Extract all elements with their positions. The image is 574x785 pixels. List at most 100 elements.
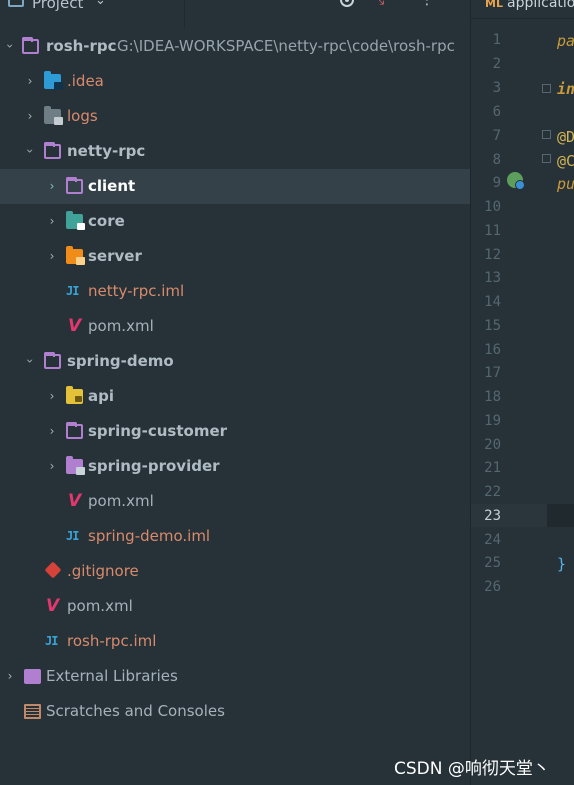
iml-file-icon: JI	[66, 284, 79, 298]
line-number: 14	[484, 294, 501, 310]
expand-arrow-icon[interactable]: ›	[46, 388, 58, 404]
line-number: 3	[492, 80, 501, 96]
server-folder-icon	[66, 246, 85, 265]
editor-tab-bar: ML applicatio	[471, 0, 574, 19]
tree-item-label: pom.xml	[67, 597, 133, 615]
expand-arrow-icon[interactable]: ›	[46, 423, 58, 439]
code-line: pu	[557, 175, 574, 193]
module-folder-icon	[66, 422, 83, 439]
more-options-icon[interactable]: ⋮	[420, 0, 434, 8]
scratches-icon	[24, 704, 41, 719]
line-number: 9	[492, 175, 501, 191]
tree-item-pom[interactable]: V pom.xml	[0, 589, 470, 624]
tree-item-label: pom.xml	[88, 492, 154, 510]
tree-item-server[interactable]: › server	[0, 239, 470, 274]
code-line: }	[557, 555, 567, 573]
expand-arrow-icon[interactable]: ›	[24, 108, 36, 124]
tree-item-label: External Libraries	[46, 667, 178, 685]
watermark: CSDN @响彻天堂丶	[394, 759, 550, 779]
api-folder-icon	[66, 386, 83, 404]
project-toolbar: Project ⌄ ⤡ ⋮	[0, 0, 470, 28]
tree-item-label: spring-demo	[67, 352, 174, 370]
tree-item-label: .gitignore	[67, 562, 139, 580]
tree-item-spring-demo[interactable]: › spring-demo	[0, 344, 470, 379]
code-editor[interactable]: ML applicatio 1 2 3 6 7 8 9 10 11 12 13 …	[471, 0, 574, 785]
toolbar-divider	[184, 0, 185, 28]
expand-arrow-icon[interactable]: ›	[46, 178, 58, 194]
project-panel: Project ⌄ ⤡ ⋮ › rosh-rpc G:\IDEA-WORKSPA…	[0, 0, 470, 785]
libraries-icon	[24, 669, 41, 684]
chevron-down-icon[interactable]: ⌄	[95, 0, 106, 8]
tree-item-gitignore[interactable]: .gitignore	[0, 554, 470, 589]
line-number: 21	[484, 460, 501, 476]
tree-item-spring-demo-iml[interactable]: JI spring-demo.iml	[0, 519, 470, 554]
expand-arrow-icon[interactable]: ›	[22, 355, 38, 367]
fold-marker-icon[interactable]	[542, 154, 551, 163]
expand-arrow-icon[interactable]: ›	[4, 668, 16, 684]
core-folder-icon	[66, 211, 85, 230]
tree-item-netty-rpc[interactable]: › netty-rpc	[0, 134, 470, 169]
expand-arrow-icon[interactable]: ›	[46, 248, 58, 264]
code-line: @C	[557, 152, 574, 170]
tree-item-rosh-rpc[interactable]: › rosh-rpc G:\IDEA-WORKSPACE\netty-rpc\c…	[0, 29, 470, 64]
collapse-all-icon[interactable]: ⤡	[373, 0, 384, 8]
tree-item-label: pom.xml	[88, 317, 154, 335]
tree-item-label: core	[88, 212, 125, 230]
tree-item-api[interactable]: › api	[0, 379, 470, 414]
tree-item-label: api	[88, 387, 115, 405]
tree-item-label: netty-rpc	[67, 142, 146, 160]
tree-item-rosh-rpc-iml[interactable]: JI rosh-rpc.iml	[0, 624, 470, 659]
fold-marker-icon[interactable]	[542, 84, 551, 93]
module-folder-icon	[66, 177, 83, 194]
tree-item-label: server	[88, 247, 142, 265]
tree-item-label: rosh-rpc	[46, 37, 117, 55]
tree-item-core[interactable]: › core	[0, 204, 470, 239]
tree-item-label: client	[88, 177, 136, 195]
tree-item-label: logs	[67, 107, 98, 125]
project-path: G:\IDEA-WORKSPACE\netty-rpc\code\rosh-rp…	[117, 37, 455, 55]
tree-item-spring-provider[interactable]: › spring-provider	[0, 449, 470, 484]
tree-item-label: spring-provider	[88, 457, 220, 475]
module-folder-icon	[44, 142, 61, 159]
expand-arrow-icon[interactable]: ›	[2, 40, 18, 52]
line-number: 20	[484, 437, 501, 453]
editor-tab[interactable]: applicatio	[507, 0, 574, 11]
line-number: 18	[484, 389, 501, 405]
tree-item-pom[interactable]: V pom.xml	[0, 309, 470, 344]
line-number: 7	[492, 128, 501, 144]
line-number: 16	[484, 342, 501, 358]
tree-item-external-libraries[interactable]: › External Libraries	[0, 659, 470, 694]
gitignore-icon	[44, 561, 62, 579]
tree-item-label: Scratches and Consoles	[46, 702, 225, 720]
tree-item-label: netty-rpc.iml	[88, 282, 185, 300]
tree-item-scratches[interactable]: Scratches and Consoles	[0, 694, 470, 729]
project-view-selector[interactable]: Project	[32, 0, 83, 12]
module-folder-icon	[44, 352, 61, 369]
module-folder-icon	[22, 37, 39, 54]
spring-bean-gutter-icon[interactable]	[507, 172, 525, 190]
tree-item-idea[interactable]: › .idea	[0, 64, 470, 99]
line-number: 19	[484, 413, 501, 429]
iml-file-icon: JI	[45, 634, 58, 648]
line-number: 1	[492, 32, 501, 48]
expand-arrow-icon[interactable]: ›	[46, 458, 58, 474]
fold-marker-icon[interactable]	[542, 130, 551, 139]
select-opened-file-icon[interactable]	[340, 0, 354, 7]
tree-item-logs[interactable]: › logs	[0, 99, 470, 134]
tree-item-label: spring-customer	[88, 422, 228, 440]
line-number: 6	[492, 104, 501, 120]
tree-item-client[interactable]: › client	[0, 169, 470, 204]
tree-item-pom[interactable]: V pom.xml	[0, 484, 470, 519]
expand-arrow-icon[interactable]: ›	[24, 73, 36, 89]
line-number: 15	[484, 318, 501, 334]
tree-item-netty-rpc-iml[interactable]: JI netty-rpc.iml	[0, 274, 470, 309]
line-number: 12	[484, 247, 501, 263]
expand-arrow-icon[interactable]: ›	[46, 213, 58, 229]
maven-pom-icon: V	[68, 316, 82, 336]
code-line: pa	[557, 32, 574, 50]
expand-arrow-icon[interactable]: ›	[22, 145, 38, 157]
tree-item-spring-customer[interactable]: › spring-customer	[0, 414, 470, 449]
line-number: 11	[484, 223, 501, 239]
line-number: 10	[484, 199, 501, 215]
line-number: 22	[484, 484, 501, 500]
